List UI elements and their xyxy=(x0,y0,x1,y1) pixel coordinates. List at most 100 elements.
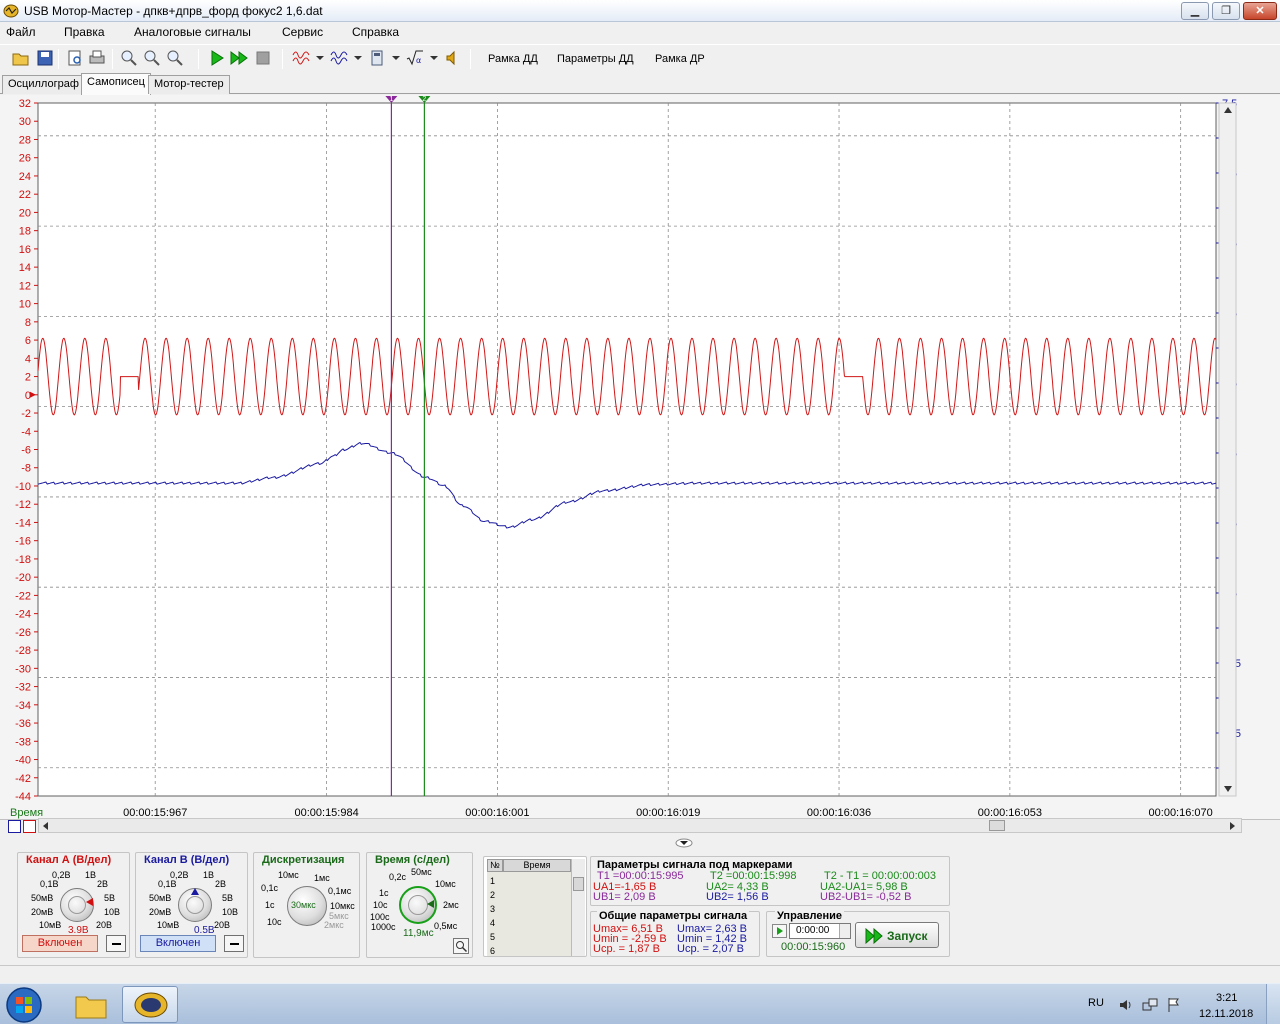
left-axis-tick-label: 32 xyxy=(19,98,31,110)
channel-a-title: Канал А (В/дел) xyxy=(26,854,112,866)
toolbar: α Рамка ДД Параметры ДД Рамка ДР xyxy=(0,44,1280,72)
time-group: Время (с/дел) 0,2с 50мс 1с 10мс 10с 2мс … xyxy=(366,852,473,958)
channel-a-knob[interactable] xyxy=(60,888,94,922)
knob-label: 1мс xyxy=(314,873,330,883)
general-params-group: Общие параметры сигнала Umax= 6,51 В Umi… xyxy=(590,910,760,957)
left-axis-tick-label: 8 xyxy=(25,317,31,329)
save-icon[interactable] xyxy=(36,49,54,67)
volume-icon[interactable] xyxy=(1118,997,1134,1013)
scroll-right-icon[interactable] xyxy=(1227,821,1237,831)
taskbar: RU 3:21 12.11.2018 xyxy=(0,983,1280,1024)
plot-background xyxy=(37,102,1217,797)
print-preview-icon[interactable] xyxy=(66,49,84,67)
app-window: USB Мотор-Мастер - дпкв+дпрв_форд фокус2… xyxy=(0,0,1280,1024)
knob-label: 1000с xyxy=(371,922,396,932)
minimize-button[interactable]: ▁ xyxy=(1181,2,1209,20)
knob-label: 0,1мс xyxy=(328,886,352,896)
control-time-spinner[interactable] xyxy=(839,924,850,938)
table-scrollbar[interactable] xyxy=(571,859,585,956)
tab-recorder[interactable]: Самописец xyxy=(81,73,151,95)
action-center-flag-icon[interactable] xyxy=(1166,997,1182,1013)
time-knob[interactable] xyxy=(399,886,437,924)
taskbar-motor-master-button[interactable] xyxy=(122,986,178,1023)
tab-oscilloscope[interactable]: Осциллограф xyxy=(2,75,85,94)
fast-forward-icon[interactable] xyxy=(230,49,248,67)
scroll-left-icon[interactable] xyxy=(41,821,51,831)
knob-label: 50мс xyxy=(411,867,432,877)
left-axis-tick-label: -32 xyxy=(15,682,31,694)
channel-b-enable-button[interactable]: Включен xyxy=(140,935,216,952)
marker-label-2: 2 xyxy=(422,96,426,103)
knob-label: 50мВ xyxy=(149,893,172,903)
left-axis-tick-label: 4 xyxy=(25,353,31,365)
show-desktop-button[interactable] xyxy=(1266,984,1280,1024)
menu-analog-signals[interactable]: Аналоговые сигналы xyxy=(134,25,251,39)
knob-pointer-icon xyxy=(86,898,93,906)
sqrt-formula-icon[interactable]: α xyxy=(406,49,424,67)
signal-chart[interactable]: 32302826242220181614121086420-2-4-6-8-10… xyxy=(0,95,1280,820)
menu-edit[interactable]: Правка xyxy=(64,25,105,39)
zoom-out-icon[interactable] xyxy=(143,49,161,67)
control-play-icon[interactable] xyxy=(772,924,787,938)
table-row[interactable]: 6 xyxy=(490,946,495,957)
table-body xyxy=(487,872,571,956)
clock-date[interactable]: 12.11.2018 xyxy=(1199,1008,1253,1020)
close-button[interactable]: ✕ xyxy=(1243,2,1277,20)
left-axis-tick-label: 14 xyxy=(19,262,31,274)
menu-service[interactable]: Сервис xyxy=(282,25,323,39)
start-orb-icon[interactable] xyxy=(3,985,45,1024)
channel-a-wave-icon[interactable] xyxy=(292,49,310,67)
table-row[interactable]: 1 xyxy=(490,876,495,887)
tab-motor-tester[interactable]: Мотор-тестер xyxy=(148,75,230,94)
zoom-preview-icon[interactable] xyxy=(453,938,469,954)
folder-icon xyxy=(75,996,107,1019)
menu-help[interactable]: Справка xyxy=(352,25,399,39)
left-axis-tick-label: -44 xyxy=(15,791,31,803)
discretization-knob[interactable]: 30мкс xyxy=(287,886,327,926)
language-indicator[interactable]: RU xyxy=(1088,997,1104,1009)
left-axis-tick-label: -18 xyxy=(15,554,31,566)
channel-b-wave-icon[interactable] xyxy=(330,49,348,67)
frame-dd-button[interactable]: Рамка ДД xyxy=(488,53,538,65)
print-icon[interactable] xyxy=(88,49,106,67)
stop-icon[interactable] xyxy=(254,49,272,67)
calculator-icon[interactable] xyxy=(368,49,386,67)
left-axis-tick-label: -14 xyxy=(15,517,31,529)
horizontal-scrollbar[interactable] xyxy=(38,818,1242,833)
channel-b-knob[interactable] xyxy=(178,888,212,922)
scroll-thumb[interactable] xyxy=(989,820,1005,831)
left-axis-tick-label: -4 xyxy=(21,426,31,438)
channel-b-minus-button[interactable] xyxy=(224,935,244,952)
table-row[interactable]: 5 xyxy=(490,932,495,943)
knob-label: 20мВ xyxy=(149,907,172,917)
channel-a-group: Канал А (В/дел) 0,2В 1В 0,1В 2В 50мВ 5В … xyxy=(17,852,130,958)
channel-a-minus-button[interactable] xyxy=(106,935,126,952)
network-icon[interactable] xyxy=(1142,997,1158,1013)
channel-b-group: Канал В (В/дел) 0,2В 1В 0,1В 2В 50мВ 5В … xyxy=(135,852,248,958)
zoom-fit-icon[interactable] xyxy=(166,49,184,67)
play-icon[interactable] xyxy=(208,49,226,67)
knob-label: 1с xyxy=(265,900,275,910)
ub2-value: UB2= 1,56 В xyxy=(706,891,769,903)
knob-label: 100с xyxy=(370,912,390,922)
maximize-button[interactable]: ❐ xyxy=(1212,2,1240,20)
control-title: Управление xyxy=(775,910,845,922)
sound-icon[interactable] xyxy=(444,49,462,67)
collapse-panel-icon[interactable] xyxy=(675,838,693,848)
knob-label: 20В xyxy=(96,920,113,930)
clock-time[interactable]: 3:21 xyxy=(1216,992,1237,1004)
status-bar xyxy=(0,965,1280,983)
open-folder-icon[interactable] xyxy=(12,49,30,67)
table-row[interactable]: 4 xyxy=(490,918,495,929)
channel-a-enable-button[interactable]: Включен xyxy=(22,935,98,952)
params-dd-button[interactable]: Параметры ДД xyxy=(557,53,634,65)
zoom-in-icon[interactable] xyxy=(120,49,138,67)
table-row[interactable]: 3 xyxy=(490,904,495,915)
menu-file[interactable]: Файл xyxy=(6,25,36,39)
channel-scale-buttons-icon[interactable] xyxy=(8,820,36,833)
start-button[interactable]: Запуск xyxy=(855,922,939,948)
table-row[interactable]: 2 xyxy=(490,890,495,901)
frame-dr-button[interactable]: Рамка ДР xyxy=(655,53,705,65)
knob-label: 2В xyxy=(97,879,109,889)
taskbar-explorer-button[interactable] xyxy=(62,986,118,1023)
